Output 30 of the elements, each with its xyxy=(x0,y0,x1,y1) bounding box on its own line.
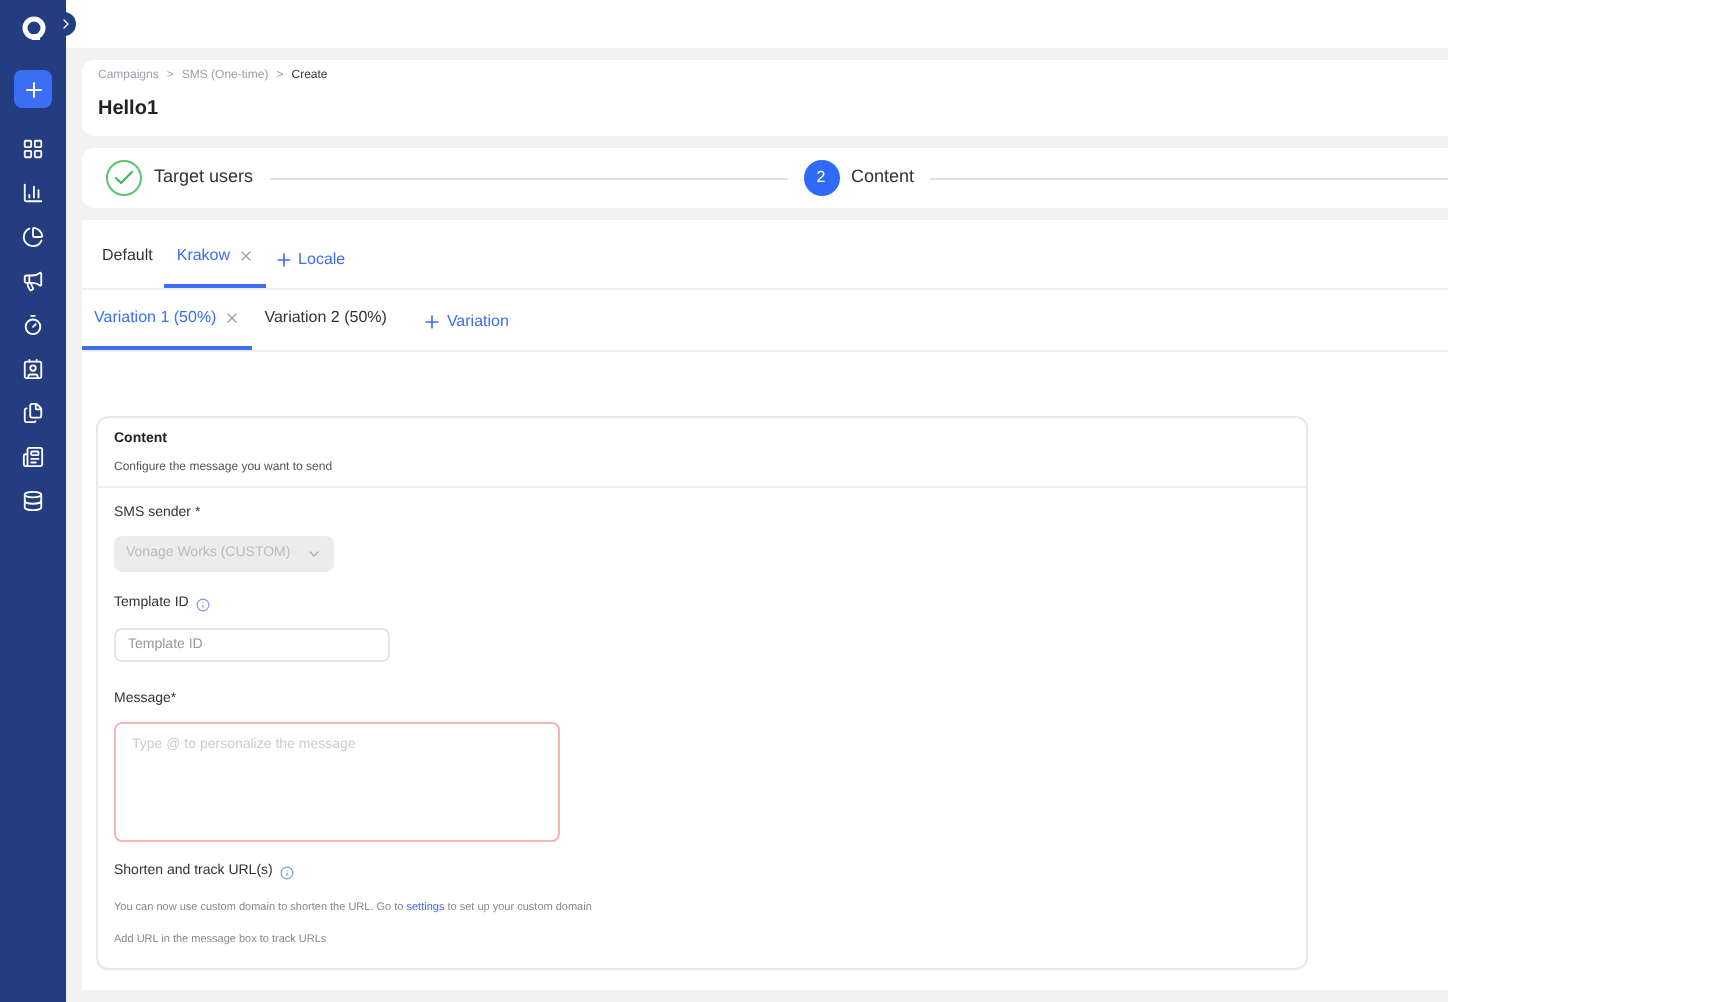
tab[interactable]: Krakow xyxy=(164,236,267,288)
plus-icon xyxy=(274,250,295,270)
step-label: Target users xyxy=(154,164,254,191)
database-icon[interactable] xyxy=(22,490,44,512)
step-number: 2 xyxy=(803,160,839,196)
megaphone-icon[interactable] xyxy=(22,270,44,292)
card-icon[interactable] xyxy=(22,446,44,468)
step-label: Content xyxy=(851,164,915,191)
info-icon[interactable] xyxy=(280,865,295,880)
grid-icon[interactable] xyxy=(22,138,44,160)
add-button[interactable] xyxy=(14,70,52,108)
page-title: Hello1 xyxy=(98,96,161,124)
logo-icon xyxy=(21,16,45,40)
tab[interactable]: Variation 2 (50%) xyxy=(252,298,399,350)
info-icon[interactable] xyxy=(196,597,211,612)
chevron-right-icon xyxy=(58,16,74,32)
plus-icon xyxy=(21,77,45,101)
plus-icon xyxy=(422,312,443,332)
add-locale-button[interactable]: Locale xyxy=(266,240,354,288)
timer-icon[interactable] xyxy=(22,314,44,336)
close-icon[interactable] xyxy=(224,310,241,326)
chart-icon[interactable] xyxy=(22,182,44,204)
close-icon[interactable] xyxy=(238,248,255,264)
tab[interactable]: Variation 1 (50%) xyxy=(82,298,253,350)
caret-icon xyxy=(306,546,322,562)
contact-icon[interactable] xyxy=(22,358,44,380)
add-variation-button[interactable]: Variation xyxy=(414,302,517,350)
pie-chart-icon[interactable] xyxy=(22,226,44,248)
files-icon[interactable] xyxy=(22,402,44,424)
tab[interactable]: Default xyxy=(90,236,165,288)
